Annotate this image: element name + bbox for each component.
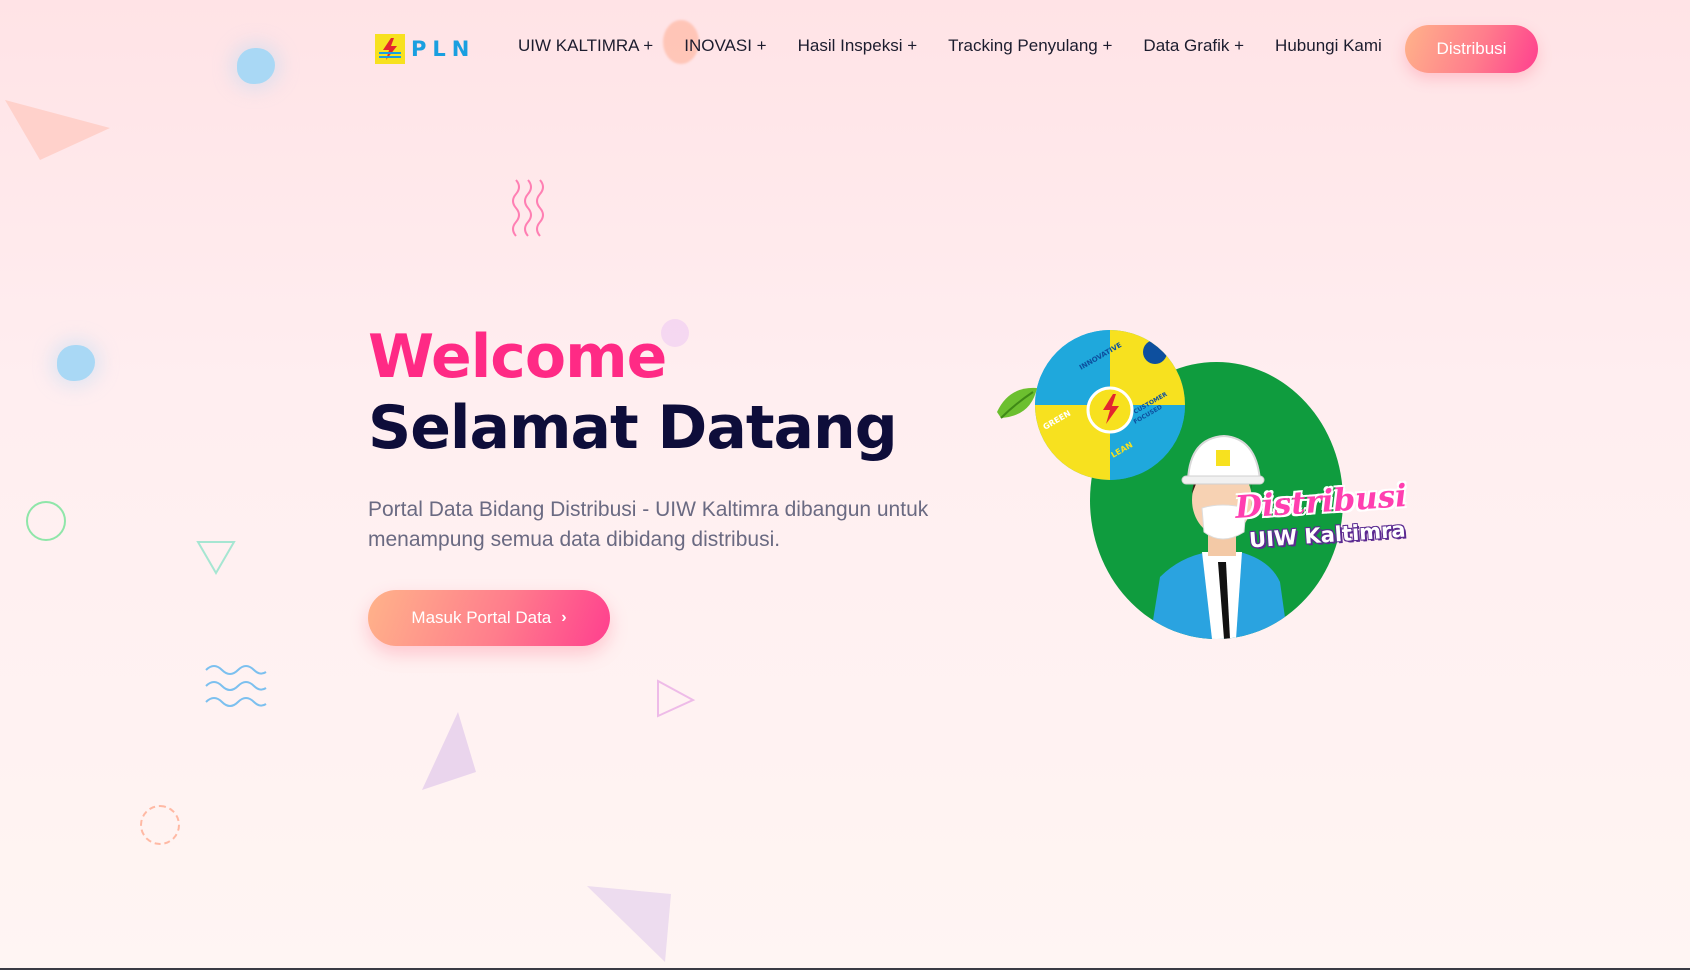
decor-triangle-orange: [5, 100, 110, 160]
decor-triangle-lilac: [422, 712, 476, 790]
nav-item-data-grafik[interactable]: Data Grafik +: [1143, 36, 1244, 56]
nav-item-tracking-penyulang[interactable]: Tracking Penyulang +: [948, 36, 1112, 56]
nav-item-hasil-inspeksi[interactable]: Hasil Inspeksi +: [798, 36, 918, 56]
chevron-right-icon: ›: [561, 609, 567, 626]
decor-blob-blue-left: [57, 345, 95, 381]
hero-title-welcome: Welcome: [368, 322, 667, 392]
hero-illustration: INNOVATIVE GREEN CUSTOMER FOCUSED LEAN D…: [995, 326, 1408, 646]
cta-label: Masuk Portal Data: [411, 608, 552, 627]
masuk-portal-data-button[interactable]: Masuk Portal Data ›: [368, 590, 610, 646]
decor-triangle-lilac-bottom: [587, 886, 671, 962]
decor-ring-dashed-orange: [140, 805, 180, 845]
decor-squiggle-pink: [512, 179, 544, 237]
decor-squiggle-blue: [205, 665, 267, 707]
main-nav: UIW KALTIMRA + INOVASI + Hasil Inspeksi …: [518, 36, 1382, 56]
decor-triangle-outline-green: [196, 541, 236, 575]
pln-lightning-logo-icon: [375, 34, 405, 64]
nav-item-uiw-kaltimra[interactable]: UIW KALTIMRA +: [518, 36, 653, 56]
decor-ring-green: [26, 501, 66, 541]
distribusi-button[interactable]: Distribusi: [1405, 25, 1538, 73]
hero-description: Portal Data Bidang Distribusi - UIW Kalt…: [368, 498, 929, 551]
nav-item-inovasi[interactable]: INOVASI +: [684, 36, 766, 56]
decor-triangle-outline-pink: [657, 679, 696, 718]
pln-values-puzzle: INNOVATIVE GREEN CUSTOMER FOCUSED LEAN: [1035, 330, 1185, 480]
site-header: PLN UIW KALTIMRA + INOVASI + Hasil Inspe…: [0, 0, 1690, 98]
nav-item-hubungi-kami[interactable]: Hubungi Kami: [1275, 36, 1382, 56]
logo-text: PLN: [411, 37, 476, 61]
hero-title-selamat-datang: Selamat Datang: [368, 393, 898, 463]
pln-logo[interactable]: PLN: [375, 34, 475, 64]
